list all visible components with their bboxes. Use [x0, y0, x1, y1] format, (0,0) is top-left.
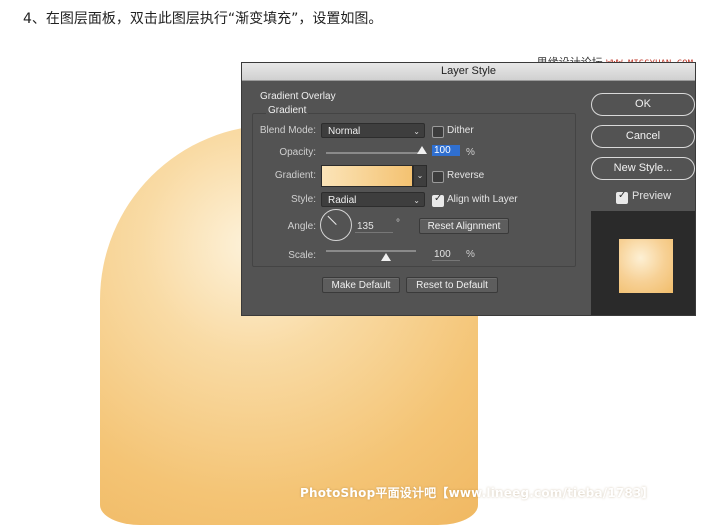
- section-title: Gradient Overlay: [260, 91, 336, 102]
- angle-unit: °: [396, 218, 400, 229]
- blend-mode-value: Normal: [328, 126, 361, 137]
- chevron-down-icon: ⌄: [413, 196, 420, 205]
- scale-unit: %: [466, 249, 475, 260]
- opacity-slider-track[interactable]: [326, 152, 422, 154]
- reverse-label: Reverse: [447, 170, 485, 181]
- scale-slider-track[interactable]: [326, 250, 416, 252]
- angle-input[interactable]: 135: [355, 221, 393, 233]
- style-select[interactable]: Radial ⌄: [321, 192, 425, 207]
- opacity-label: Opacity:: [279, 147, 316, 158]
- chevron-down-icon: ⌄: [416, 171, 424, 180]
- scale-label: Scale:: [288, 250, 316, 261]
- reverse-checkbox[interactable]: [432, 171, 444, 183]
- angle-needle: [327, 215, 337, 225]
- footer-credit: PhotoShop平面设计吧【www.lineeg.com/tieba/1783…: [300, 486, 654, 500]
- preview-label: Preview: [632, 190, 672, 202]
- blend-mode-select[interactable]: Normal ⌄: [321, 123, 425, 138]
- ok-button[interactable]: OK: [591, 93, 695, 116]
- reset-alignment-button[interactable]: Reset Alignment: [419, 218, 509, 234]
- preview-swatch: [619, 239, 673, 293]
- reset-to-default-button[interactable]: Reset to Default: [406, 277, 498, 293]
- scale-slider-thumb[interactable]: [381, 253, 391, 261]
- opacity-slider-thumb[interactable]: [417, 146, 427, 154]
- style-label: Style:: [290, 194, 316, 205]
- layer-style-dialog: Layer Style Gradient Overlay Gradient Bl…: [242, 63, 695, 315]
- group-title: Gradient: [266, 105, 309, 116]
- gradient-dropdown[interactable]: ⌄: [413, 165, 427, 187]
- new-style-button[interactable]: New Style...: [591, 157, 695, 180]
- scale-input[interactable]: 100: [432, 249, 460, 261]
- dialog-main: Gradient Overlay Gradient Blend Mode: No…: [242, 81, 582, 315]
- angle-dial[interactable]: [320, 209, 352, 241]
- angle-label: Angle:: [287, 221, 316, 232]
- instruction-text: 4、在图层面板，双击此图层执行“渐变填充”，设置如图。: [23, 11, 383, 27]
- dialog-title: Layer Style: [242, 63, 695, 81]
- gradient-swatch[interactable]: [321, 165, 413, 187]
- cancel-button[interactable]: Cancel: [591, 125, 695, 148]
- dialog-side: OK Cancel New Style... Preview: [583, 81, 695, 315]
- opacity-input[interactable]: 100: [432, 145, 460, 156]
- preview-checkbox[interactable]: [616, 190, 628, 204]
- dither-label: Dither: [447, 125, 474, 136]
- blend-mode-label: Blend Mode:: [259, 125, 316, 136]
- chevron-down-icon: ⌄: [413, 127, 420, 136]
- gradient-label: Gradient:: [274, 170, 316, 181]
- make-default-button[interactable]: Make Default: [322, 277, 400, 293]
- style-value: Radial: [328, 195, 357, 206]
- opacity-unit: %: [466, 147, 475, 158]
- preview-box: [591, 211, 695, 315]
- align-with-layer-checkbox[interactable]: [432, 193, 444, 207]
- align-with-layer-label: Align with Layer: [447, 194, 518, 205]
- dither-checkbox[interactable]: [432, 126, 444, 138]
